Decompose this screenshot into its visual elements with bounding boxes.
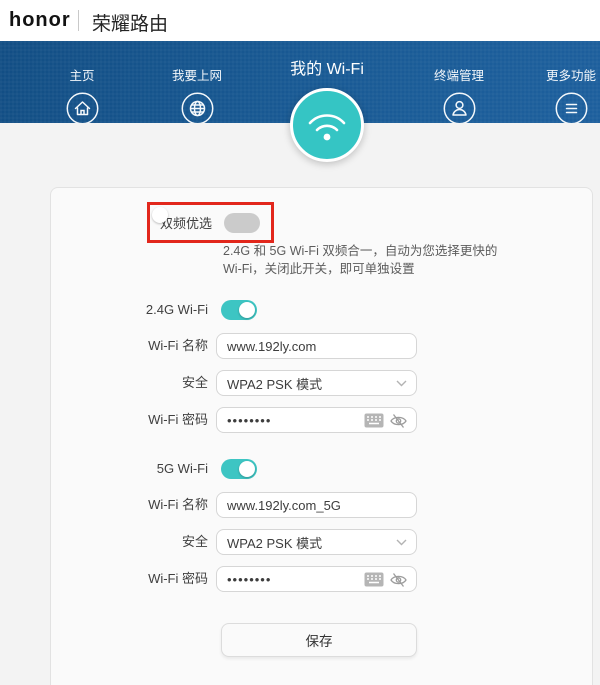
- home-icon: [66, 92, 99, 125]
- wifi-5g-security-select[interactable]: WPA2 PSK 模式: [216, 529, 417, 555]
- wifi-5g-password-input[interactable]: [217, 567, 416, 591]
- wifi-5g-name-input[interactable]: [217, 493, 416, 517]
- nav-label-home: 主页: [27, 65, 137, 84]
- row-24g-toggle: 2.4G Wi-Fi: [51, 300, 594, 321]
- wifi-5g-name-field: [216, 492, 417, 518]
- wifi-24g-toggle[interactable]: [221, 300, 257, 320]
- row-24g-security: 安全 WPA2 PSK 模式: [51, 370, 594, 396]
- keyboard-icon[interactable]: [364, 413, 384, 428]
- toggle-knob: [152, 207, 168, 223]
- wifi-password-label: Wi-Fi 密码: [51, 407, 208, 433]
- wifi-settings-card: 双频优选 2.4G 和 5G Wi-Fi 双频合一，自动为您选择更快的 Wi-F…: [50, 187, 593, 685]
- chevron-down-icon: [396, 380, 407, 387]
- security-label: 安全: [51, 370, 208, 396]
- chevron-down-icon: [396, 539, 407, 546]
- wifi-name-label: Wi-Fi 名称: [51, 492, 208, 518]
- wifi-24g-password-input[interactable]: [217, 408, 416, 432]
- save-button[interactable]: 保存: [221, 623, 417, 657]
- security-label: 安全: [51, 529, 208, 555]
- nav-item-my-wifi[interactable]: [290, 88, 364, 162]
- highlight-box: 双频优选: [147, 202, 274, 243]
- row-5g-password: Wi-Fi 密码: [51, 566, 594, 592]
- router-admin-page: honor 荣耀路由 主页 我要上网 终端管理: [0, 0, 600, 685]
- selected-option: WPA2 PSK 模式: [217, 530, 416, 554]
- dual-band-description: 2.4G 和 5G Wi-Fi 双频合一，自动为您选择更快的 Wi-Fi，关闭此…: [223, 243, 515, 278]
- toggle-knob: [239, 461, 255, 477]
- eye-off-icon[interactable]: [389, 572, 408, 588]
- row-24g-name: Wi-Fi 名称: [51, 333, 594, 359]
- wifi-24g-label: 2.4G Wi-Fi: [51, 300, 208, 320]
- dual-band-toggle[interactable]: [224, 213, 260, 233]
- product-title: 荣耀路由: [92, 9, 168, 36]
- wifi-24g-password-field: [216, 407, 417, 433]
- toggle-knob: [239, 302, 255, 318]
- wifi-name-label: Wi-Fi 名称: [51, 333, 208, 359]
- honor-logo: honor: [9, 9, 71, 32]
- content-area: 双频优选 2.4G 和 5G Wi-Fi 双频合一，自动为您选择更快的 Wi-F…: [0, 123, 600, 685]
- wifi-password-label: Wi-Fi 密码: [51, 566, 208, 592]
- wifi-24g-security-select[interactable]: WPA2 PSK 模式: [216, 370, 417, 396]
- eye-off-icon[interactable]: [389, 413, 408, 429]
- wifi-5g-label: 5G Wi-Fi: [51, 459, 208, 479]
- wifi-5g-toggle[interactable]: [221, 459, 257, 479]
- wifi-5g-password-field: [216, 566, 417, 592]
- selected-option: WPA2 PSK 模式: [217, 371, 416, 395]
- nav-label-more: 更多功能: [516, 65, 600, 84]
- wifi-icon: [304, 107, 350, 143]
- nav-label-devices: 终端管理: [404, 65, 514, 84]
- nav-label-internet: 我要上网: [142, 65, 252, 84]
- nav-item-more[interactable]: 更多功能: [516, 41, 600, 125]
- wifi-24g-name-field: [216, 333, 417, 359]
- user-icon: [443, 92, 476, 125]
- wifi-24g-name-input[interactable]: [217, 334, 416, 358]
- nav-item-home[interactable]: 主页: [27, 41, 137, 125]
- nav-label-my-wifi: 我的 Wi-Fi: [290, 55, 364, 79]
- row-5g-name: Wi-Fi 名称: [51, 492, 594, 518]
- row-24g-password: Wi-Fi 密码: [51, 407, 594, 433]
- header-divider: [78, 10, 79, 31]
- globe-icon: [181, 92, 214, 125]
- nav-item-devices[interactable]: 终端管理: [404, 41, 514, 125]
- row-5g-toggle: 5G Wi-Fi: [51, 459, 594, 480]
- keyboard-icon[interactable]: [364, 572, 384, 587]
- nav-item-internet[interactable]: 我要上网: [142, 41, 252, 125]
- menu-icon: [555, 92, 588, 125]
- app-header: honor 荣耀路由: [0, 0, 600, 41]
- row-5g-security: 安全 WPA2 PSK 模式: [51, 529, 594, 555]
